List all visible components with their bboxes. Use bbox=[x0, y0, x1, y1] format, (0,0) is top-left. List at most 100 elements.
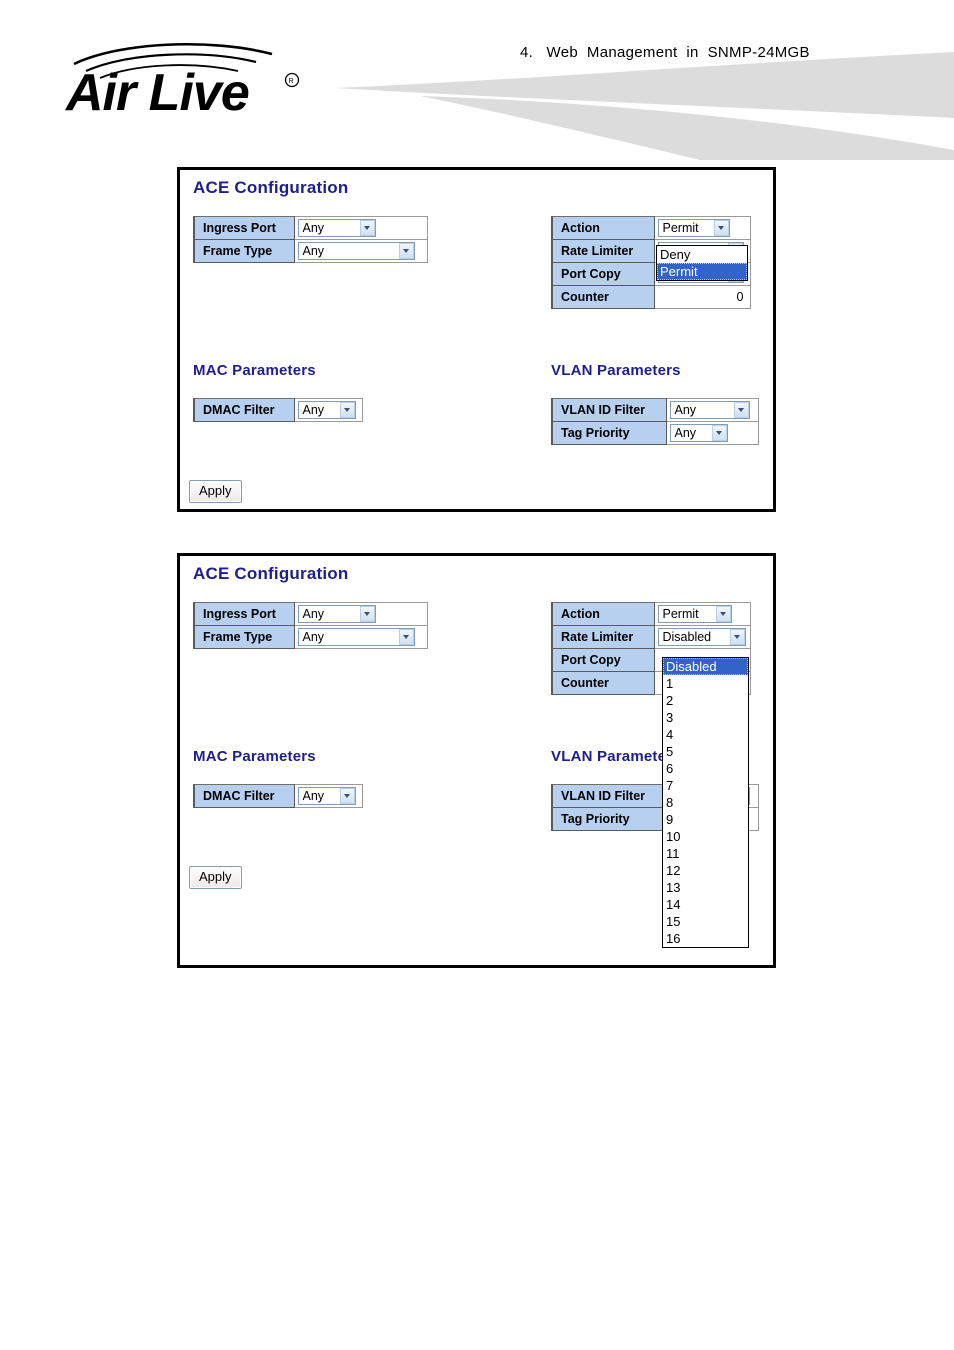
action-cell: Permit bbox=[654, 602, 751, 626]
chevron-down-icon[interactable] bbox=[339, 401, 355, 418]
mac-parameters-title: MAC Parameters bbox=[193, 362, 316, 379]
vlan-parameters-title: VLAN Parameters bbox=[551, 362, 681, 379]
dropdown-option-selected[interactable]: Permit bbox=[657, 263, 747, 280]
panel-title: ACE Configuration bbox=[193, 178, 349, 197]
dropdown-option[interactable]: 5 bbox=[663, 743, 748, 760]
table-row: VLAN ID Filter Any bbox=[551, 398, 759, 422]
frame-type-value: Any bbox=[302, 629, 325, 644]
dropdown-option[interactable]: 9 bbox=[663, 811, 748, 828]
chevron-down-icon[interactable] bbox=[398, 628, 414, 645]
tag-priority-label: Tag Priority bbox=[551, 421, 667, 445]
chevron-down-icon[interactable] bbox=[339, 787, 355, 804]
page-title: 4. Web Management in SNMP-24MGB bbox=[520, 44, 810, 61]
frame-type-label: Frame Type bbox=[193, 239, 295, 263]
port-copy-label: Port Copy bbox=[551, 648, 655, 672]
dmac-filter-select[interactable]: Any bbox=[297, 400, 356, 419]
action-value: Permit bbox=[662, 220, 699, 235]
frame-type-cell: Any bbox=[294, 625, 428, 649]
tag-priority-value: Any bbox=[674, 425, 697, 440]
dropdown-option[interactable]: 2 bbox=[663, 692, 748, 709]
dmac-filter-label: DMAC Filter bbox=[193, 784, 295, 808]
dmac-filter-value: Any bbox=[302, 788, 325, 803]
table-row: Rate Limiter Disabled bbox=[551, 625, 751, 649]
dropdown-option[interactable]: 4 bbox=[663, 726, 748, 743]
frame-type-select[interactable]: Any bbox=[297, 627, 415, 646]
vlan-id-filter-label: VLAN ID Filter bbox=[551, 784, 667, 808]
action-value: Permit bbox=[662, 606, 699, 621]
chevron-down-icon[interactable] bbox=[711, 424, 727, 441]
table-row: DMAC Filter Any bbox=[193, 398, 363, 422]
table-row: Ingress Port Any bbox=[193, 216, 428, 240]
ingress-frame-table: Ingress Port Any Frame Type Any bbox=[193, 216, 428, 263]
action-label: Action bbox=[551, 602, 655, 626]
ingress-port-value: Any bbox=[302, 220, 325, 235]
action-select[interactable]: Permit bbox=[657, 604, 732, 623]
vlan-id-filter-label: VLAN ID Filter bbox=[551, 398, 667, 422]
tag-priority-select[interactable]: Any bbox=[669, 423, 728, 442]
chevron-down-icon[interactable] bbox=[359, 219, 375, 236]
rate-limiter-label: Rate Limiter bbox=[551, 239, 655, 263]
dropdown-option[interactable]: 10 bbox=[663, 828, 748, 845]
table-row: Tag Priority Any bbox=[551, 421, 759, 445]
table-row: Counter 0 bbox=[551, 285, 751, 309]
vlan-id-filter-value: Any bbox=[674, 402, 697, 417]
rate-limiter-select[interactable]: Disabled bbox=[657, 627, 746, 646]
rate-limiter-dropdown-list[interactable]: Disabled 1 2 3 4 5 6 7 8 9 10 11 12 13 14 15 16 bbox=[662, 657, 749, 948]
ingress-port-cell: Any bbox=[294, 216, 428, 240]
chevron-down-icon[interactable] bbox=[729, 628, 745, 645]
table-row: DMAC Filter Any bbox=[193, 784, 363, 808]
chevron-down-icon[interactable] bbox=[359, 605, 375, 622]
vlan-id-filter-cell: Any bbox=[666, 398, 759, 422]
chevron-down-icon[interactable] bbox=[713, 219, 729, 236]
counter-value: 0 bbox=[654, 285, 751, 309]
dropdown-option[interactable]: 3 bbox=[663, 709, 748, 726]
dropdown-option[interactable]: Deny bbox=[657, 246, 747, 263]
dropdown-option-selected[interactable]: Disabled bbox=[663, 658, 748, 675]
counter-label: Counter bbox=[551, 285, 655, 309]
apply-button[interactable]: Apply bbox=[189, 866, 242, 889]
mac-parameters-title: MAC Parameters bbox=[193, 748, 316, 765]
dmac-filter-label: DMAC Filter bbox=[193, 398, 295, 422]
ingress-port-label: Ingress Port bbox=[193, 216, 295, 240]
dropdown-option[interactable]: 13 bbox=[663, 879, 748, 896]
ace-configuration-panel-2: ACE Configuration Ingress Port Any Frame… bbox=[177, 553, 776, 968]
dropdown-option[interactable]: 7 bbox=[663, 777, 748, 794]
dropdown-option[interactable]: 16 bbox=[663, 930, 748, 947]
ingress-port-cell: Any bbox=[294, 602, 428, 626]
chevron-down-icon[interactable] bbox=[398, 242, 414, 259]
dropdown-option[interactable]: 6 bbox=[663, 760, 748, 777]
rate-limiter-value: Disabled bbox=[662, 629, 712, 644]
action-select[interactable]: Permit bbox=[657, 218, 730, 237]
action-cell: Permit bbox=[654, 216, 751, 240]
rate-limiter-cell: Disabled bbox=[654, 625, 751, 649]
frame-type-select[interactable]: Any bbox=[297, 241, 415, 260]
ingress-frame-table: Ingress Port Any Frame Type Any bbox=[193, 602, 428, 649]
dmac-filter-value: Any bbox=[302, 402, 325, 417]
dropdown-option[interactable]: 15 bbox=[663, 913, 748, 930]
tag-priority-label: Tag Priority bbox=[551, 807, 667, 831]
ace-configuration-panel-1: ACE Configuration Ingress Port Any Frame… bbox=[177, 167, 776, 512]
mac-parameters-table: DMAC Filter Any bbox=[193, 398, 363, 422]
frame-type-value: Any bbox=[302, 243, 325, 258]
chevron-down-icon[interactable] bbox=[715, 605, 731, 622]
dropdown-option[interactable]: 8 bbox=[663, 794, 748, 811]
dmac-filter-cell: Any bbox=[294, 398, 363, 422]
vlan-id-filter-select[interactable]: Any bbox=[669, 400, 750, 419]
port-copy-label: Port Copy bbox=[551, 262, 655, 286]
svg-text:Air Live: Air Live bbox=[64, 64, 249, 116]
panel-title: ACE Configuration bbox=[193, 564, 349, 583]
svg-text:R: R bbox=[289, 78, 294, 85]
dropdown-option[interactable]: 14 bbox=[663, 896, 748, 913]
dropdown-option[interactable]: 11 bbox=[663, 845, 748, 862]
ingress-port-select[interactable]: Any bbox=[297, 218, 376, 237]
action-dropdown-list[interactable]: Deny Permit bbox=[656, 245, 748, 281]
ingress-port-select[interactable]: Any bbox=[297, 604, 376, 623]
rate-limiter-label: Rate Limiter bbox=[551, 625, 655, 649]
dropdown-option[interactable]: 12 bbox=[663, 862, 748, 879]
tag-priority-cell: Any bbox=[666, 421, 759, 445]
table-row: Ingress Port Any bbox=[193, 602, 428, 626]
dmac-filter-select[interactable]: Any bbox=[297, 786, 356, 805]
apply-button[interactable]: Apply bbox=[189, 480, 242, 503]
dropdown-option[interactable]: 1 bbox=[663, 675, 748, 692]
chevron-down-icon[interactable] bbox=[733, 401, 749, 418]
